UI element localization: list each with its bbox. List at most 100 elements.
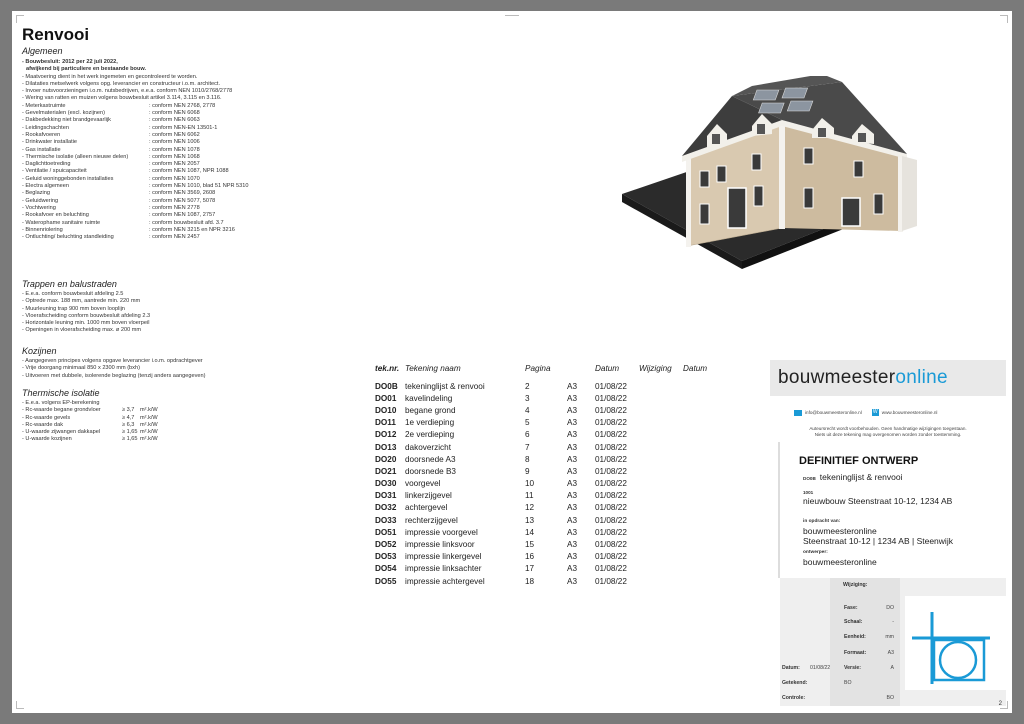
datum-value: 01/08/22 <box>810 665 831 671</box>
drawing-row: DO31 linkerzijgevel 11 A3 01/08/22 <box>375 490 723 502</box>
bouwbesluit-line: afwijkend bij particuliere en bestaande … <box>26 66 147 73</box>
drawing-code: DO31 <box>375 491 397 501</box>
norm-value: : conform NEN 1006 <box>149 139 200 146</box>
drawing-date: 01/08/22 <box>595 491 627 501</box>
isolatie-value: ≥ 1,65 <box>122 436 138 443</box>
norm-value: : conform NEN 3215 en NPR 3216 <box>149 226 235 233</box>
norm-item: - Beglazing <box>22 190 50 197</box>
norm-row: - Binnenriolering: conform NEN 3215 en N… <box>22 227 249 234</box>
trappen-line: - Vloerafscheiding conform bouwbesluit a… <box>22 312 151 319</box>
norm-row: - Waterophame sanitaire ruimte : conform … <box>22 220 249 227</box>
drawing-name: achtergevel <box>405 503 448 513</box>
drawing-row: DO51 impressie voorgevel 14 A3 01/08/22 <box>375 526 723 538</box>
isolatie-value: ≥ 3,7 <box>122 407 135 414</box>
house-impression-image <box>622 76 917 269</box>
col-header-datum2: Datum <box>683 364 708 373</box>
drawing-page: 18 <box>525 576 535 586</box>
norm-row: - Geluidwering: conform NEN 5077, 5078 <box>22 198 249 205</box>
norm-item: - Gevelmaterialen (excl. kozijnen) <box>22 110 106 117</box>
page-number: 2 <box>998 701 1002 707</box>
drawing-page: 6 <box>525 430 530 440</box>
norm-value: : conform NEN 2057 <box>149 161 200 168</box>
drawing-page: 9 <box>525 466 530 476</box>
drawing-format: A3 <box>567 393 578 403</box>
drawing-row: DO20 doorsnede A3 8 A3 01/08/22 <box>375 453 723 465</box>
drawing-page: 17 <box>525 564 535 574</box>
website-link[interactable]: www.bouwmeesteronline.nl <box>882 410 938 415</box>
drawing-format: A3 <box>567 479 578 489</box>
drawing-page: 11 <box>525 491 534 501</box>
drawing-date: 01/08/22 <box>595 430 627 440</box>
section-heading-kozijnen: Kozijnen <box>22 346 57 356</box>
info-grid-col <box>830 578 900 706</box>
drawing-code: DO52 <box>375 540 397 550</box>
drawing-row: DO52 impressie linksvoor 15 A3 01/08/22 <box>375 538 723 550</box>
isolatie-row: - Rc-waarde dak ≥ 6,3 m².k/W <box>22 422 158 429</box>
norm-value: : conform bouwbesluit afd. 3.7 <box>149 219 224 226</box>
isolatie-item: - Rc-waarde gevels <box>22 414 71 421</box>
drawing-page: 12 <box>525 503 535 513</box>
drawing-format: A3 <box>567 527 578 537</box>
norm-item: - Waterophame sanitaire ruimte <box>22 219 101 226</box>
drawing-row: DO32 achtergevel 12 A3 01/08/22 <box>375 502 723 514</box>
kozijnen-line: - Vrije doorgang minimaal 850 x 2300 mm … <box>22 365 140 372</box>
brand-banner: bouwmeesteronline <box>770 360 1006 396</box>
drawing-page: 16 <box>525 552 535 562</box>
isolatie-unit: m².k/W <box>140 436 158 443</box>
algemeen-line: - Invoer nutsvoorzieningen i.o.m. nutsbe… <box>22 88 233 95</box>
norm-row: - Vochtwering: conform NEN 2778 <box>22 205 249 212</box>
drawing-format: A3 <box>567 454 578 464</box>
drawing-row: DO53 impressie linkergevel 16 A3 01/08/22 <box>375 551 723 563</box>
trappen-line: - Muurleuning trap 900 mm boven looplijn <box>22 305 125 312</box>
email-link[interactable]: info@bouwmeesteronline.nl <box>805 410 862 415</box>
drawing-format: A3 <box>567 405 578 415</box>
norm-row: - Leidingschachten: conform NEN-EN 13501… <box>22 125 249 132</box>
getekend-label: Getekend: <box>782 680 808 686</box>
drawing-date: 01/08/22 <box>595 503 627 513</box>
norm-value: : conform NEN 5077, 5078 <box>149 197 216 204</box>
norm-item: - Ontluchting/ beluchting standleiding <box>22 234 114 241</box>
drawing-format: A3 <box>567 430 578 440</box>
drawing-row: DO0B tekeninglijst & renvooi 2 A3 01/08/22 <box>375 380 723 392</box>
divider <box>778 442 780 578</box>
norm-item: - Rookafvoeren <box>22 131 61 138</box>
drawing-list-header: tek.nr. Tekening naam Pagina Datum Wijzi… <box>375 364 723 380</box>
norm-row: - Ventilatie / spuicapaciteit: conform N… <box>22 168 249 175</box>
trappen-line: - Horizontale leuning min. 1000 mm boven… <box>22 320 150 327</box>
crop-mark <box>16 701 24 709</box>
drawing-name: tekeninglijst & renvooi <box>405 381 485 391</box>
col-header-pagina: Pagina <box>525 364 551 373</box>
norm-row: - Gevelmaterialen (excl. kozijnen): conf… <box>22 110 249 117</box>
norm-row: - Drinkwater installatie: conform NEN 10… <box>22 139 249 146</box>
drawing-format: A3 <box>567 418 578 428</box>
drawing-page: 14 <box>525 527 535 537</box>
crop-mark <box>1000 15 1008 23</box>
crop-mark <box>505 15 519 23</box>
col-header-datum: Datum <box>595 364 620 373</box>
trappen-line: - E.e.a. conform bouwbesluit afdeling 2.… <box>22 291 124 297</box>
norm-value: : conform NEN 1068 <box>149 153 200 160</box>
email-icon <box>794 409 802 416</box>
norm-row: - Daglichttoetreding: conform NEN 2057 <box>22 161 249 168</box>
drawing-format: A3 <box>567 381 578 391</box>
norm-item: - Meterkastruimte <box>22 102 66 109</box>
drawing-page: 7 <box>525 442 530 452</box>
norm-row: - Meterkastruimte: conform NEN 2768, 277… <box>22 103 249 110</box>
isolatie-value: ≥ 6,3 <box>122 421 135 428</box>
norm-row: - Gas installatie: conform NEN 1078 <box>22 147 249 154</box>
drawing-date: 01/08/22 <box>595 466 627 476</box>
isolatie-row: - Rc-waarde begane grondvloer ≥ 3,7 m².k/W <box>22 407 158 414</box>
drawing-page: 15 <box>525 540 535 550</box>
drawing-date: 01/08/22 <box>595 381 627 391</box>
drawing-code: DO11 <box>375 418 396 428</box>
section-heading-trappen: Trappen en balustraden <box>22 279 117 289</box>
drawing-page: 10 <box>525 479 535 489</box>
drawing-name: doorsnede A3 <box>405 454 456 464</box>
bo-logo-icon <box>912 612 990 684</box>
norm-item: - Thermische isolatie (alleen nieuwe del… <box>22 153 129 160</box>
drawing-name: impressie achtergevel <box>405 576 485 586</box>
schaal-label: Schaal: <box>844 619 863 625</box>
sheet-code: DO0B <box>803 476 816 481</box>
drawing-name: linkerzijgevel <box>405 491 452 501</box>
drawing-date: 01/08/22 <box>595 393 627 403</box>
